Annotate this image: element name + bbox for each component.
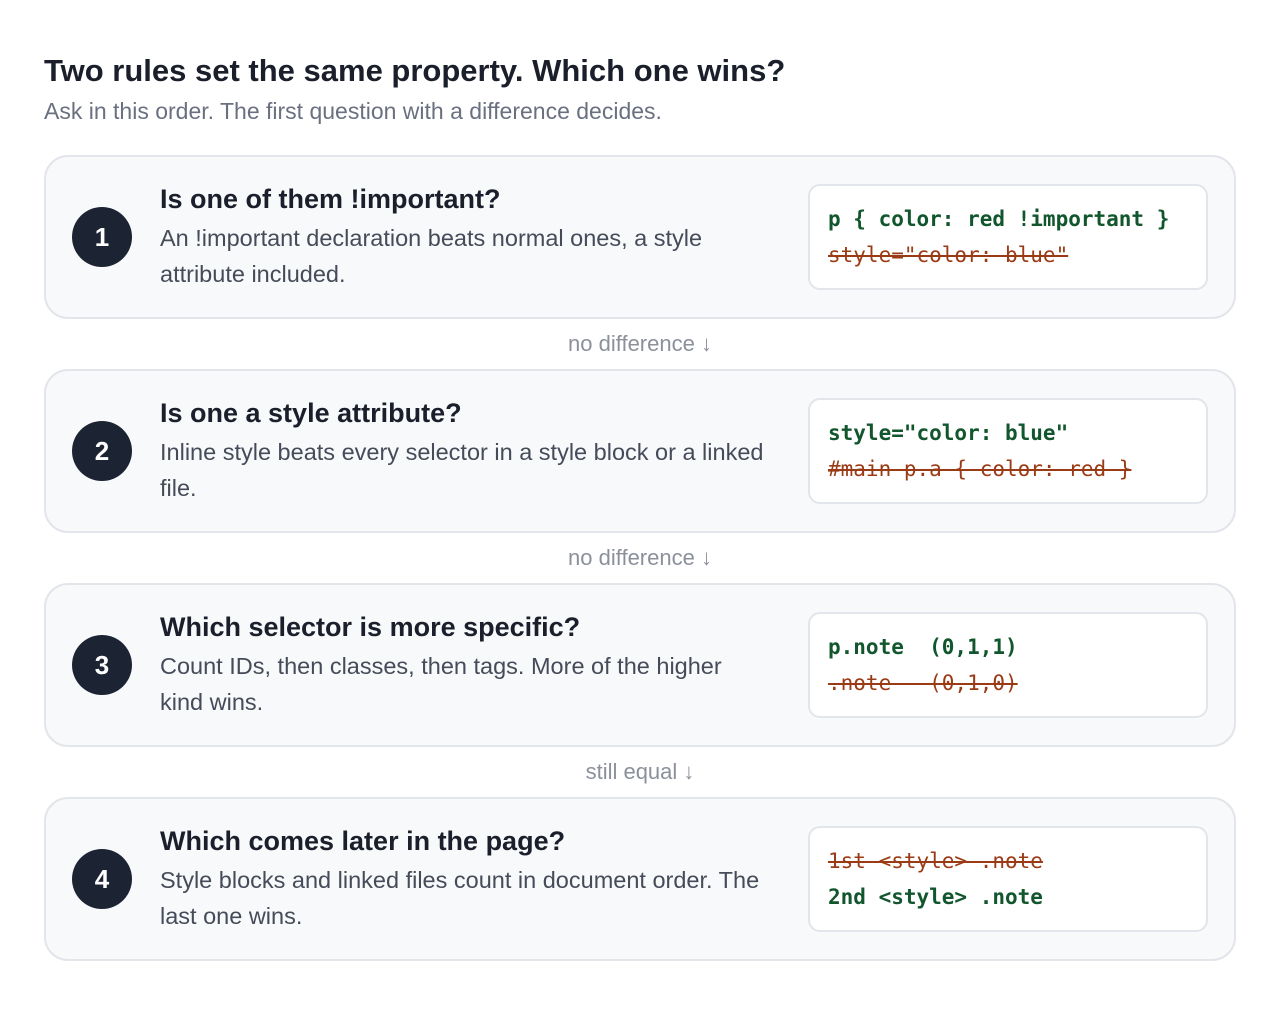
page-title: Two rules set the same property. Which o…: [44, 53, 786, 88]
step-number-badge: 3: [72, 635, 132, 695]
step-question: Is one a style attribute?: [160, 398, 462, 428]
step-question: Which selector is more specific?: [160, 612, 581, 642]
step-text: Is one a style attribute? Inline style b…: [160, 396, 808, 506]
step-text: Which selector is more specific? Count I…: [160, 610, 808, 720]
code-example: p.note (0,1,1) .note (0,1,0): [808, 612, 1208, 718]
page: Two rules set the same property. Which o…: [0, 0, 1280, 961]
step-question: Is one of them !important?: [160, 184, 501, 214]
losing-rule: .note (0,1,0): [828, 671, 1018, 695]
step-text: Is one of them !important? An !important…: [160, 182, 808, 292]
step-connector: still equal ↓: [585, 759, 695, 784]
winning-rule: style="color: blue": [828, 421, 1069, 445]
code-example: style="color: blue" #main p.a { color: r…: [808, 398, 1208, 504]
losing-rule: style="color: blue": [828, 243, 1069, 267]
step-answer: An !important declaration beats normal o…: [160, 225, 703, 287]
step-card-2: 2 Is one a style attribute? Inline style…: [44, 369, 1236, 533]
step-card-4: 4 Which comes later in the page? Style b…: [44, 797, 1236, 961]
step-answer: Inline style beats every selector in a s…: [160, 439, 764, 501]
losing-rule: #main p.a { color: red }: [828, 457, 1132, 481]
step-question: Which comes later in the page?: [160, 826, 566, 856]
step-number-badge: 1: [72, 207, 132, 267]
step-card-1: 1 Is one of them !important? An !importa…: [44, 155, 1236, 319]
step-text: Which comes later in the page? Style blo…: [160, 824, 808, 934]
step-connector: no difference ↓: [568, 331, 712, 356]
step-number-badge: 4: [72, 849, 132, 909]
winning-rule: p { color: red !important }: [828, 207, 1170, 231]
code-example: p { color: red !important } style="color…: [808, 184, 1208, 290]
step-answer: Count IDs, then classes, then tags. More…: [160, 653, 722, 715]
code-example: 1st <style> .note 2nd <style> .note: [808, 826, 1208, 932]
step-number-badge: 2: [72, 421, 132, 481]
steps-list: 1 Is one of them !important? An !importa…: [44, 155, 1236, 961]
step-answer: Style blocks and linked files count in d…: [160, 867, 760, 929]
winning-rule: 2nd <style> .note: [828, 885, 1043, 909]
step-connector: no difference ↓: [568, 545, 712, 570]
page-subtitle: Ask in this order. The first question wi…: [44, 98, 662, 124]
losing-rule: 1st <style> .note: [828, 849, 1043, 873]
winning-rule: p.note (0,1,1): [828, 635, 1018, 659]
step-card-3: 3 Which selector is more specific? Count…: [44, 583, 1236, 747]
